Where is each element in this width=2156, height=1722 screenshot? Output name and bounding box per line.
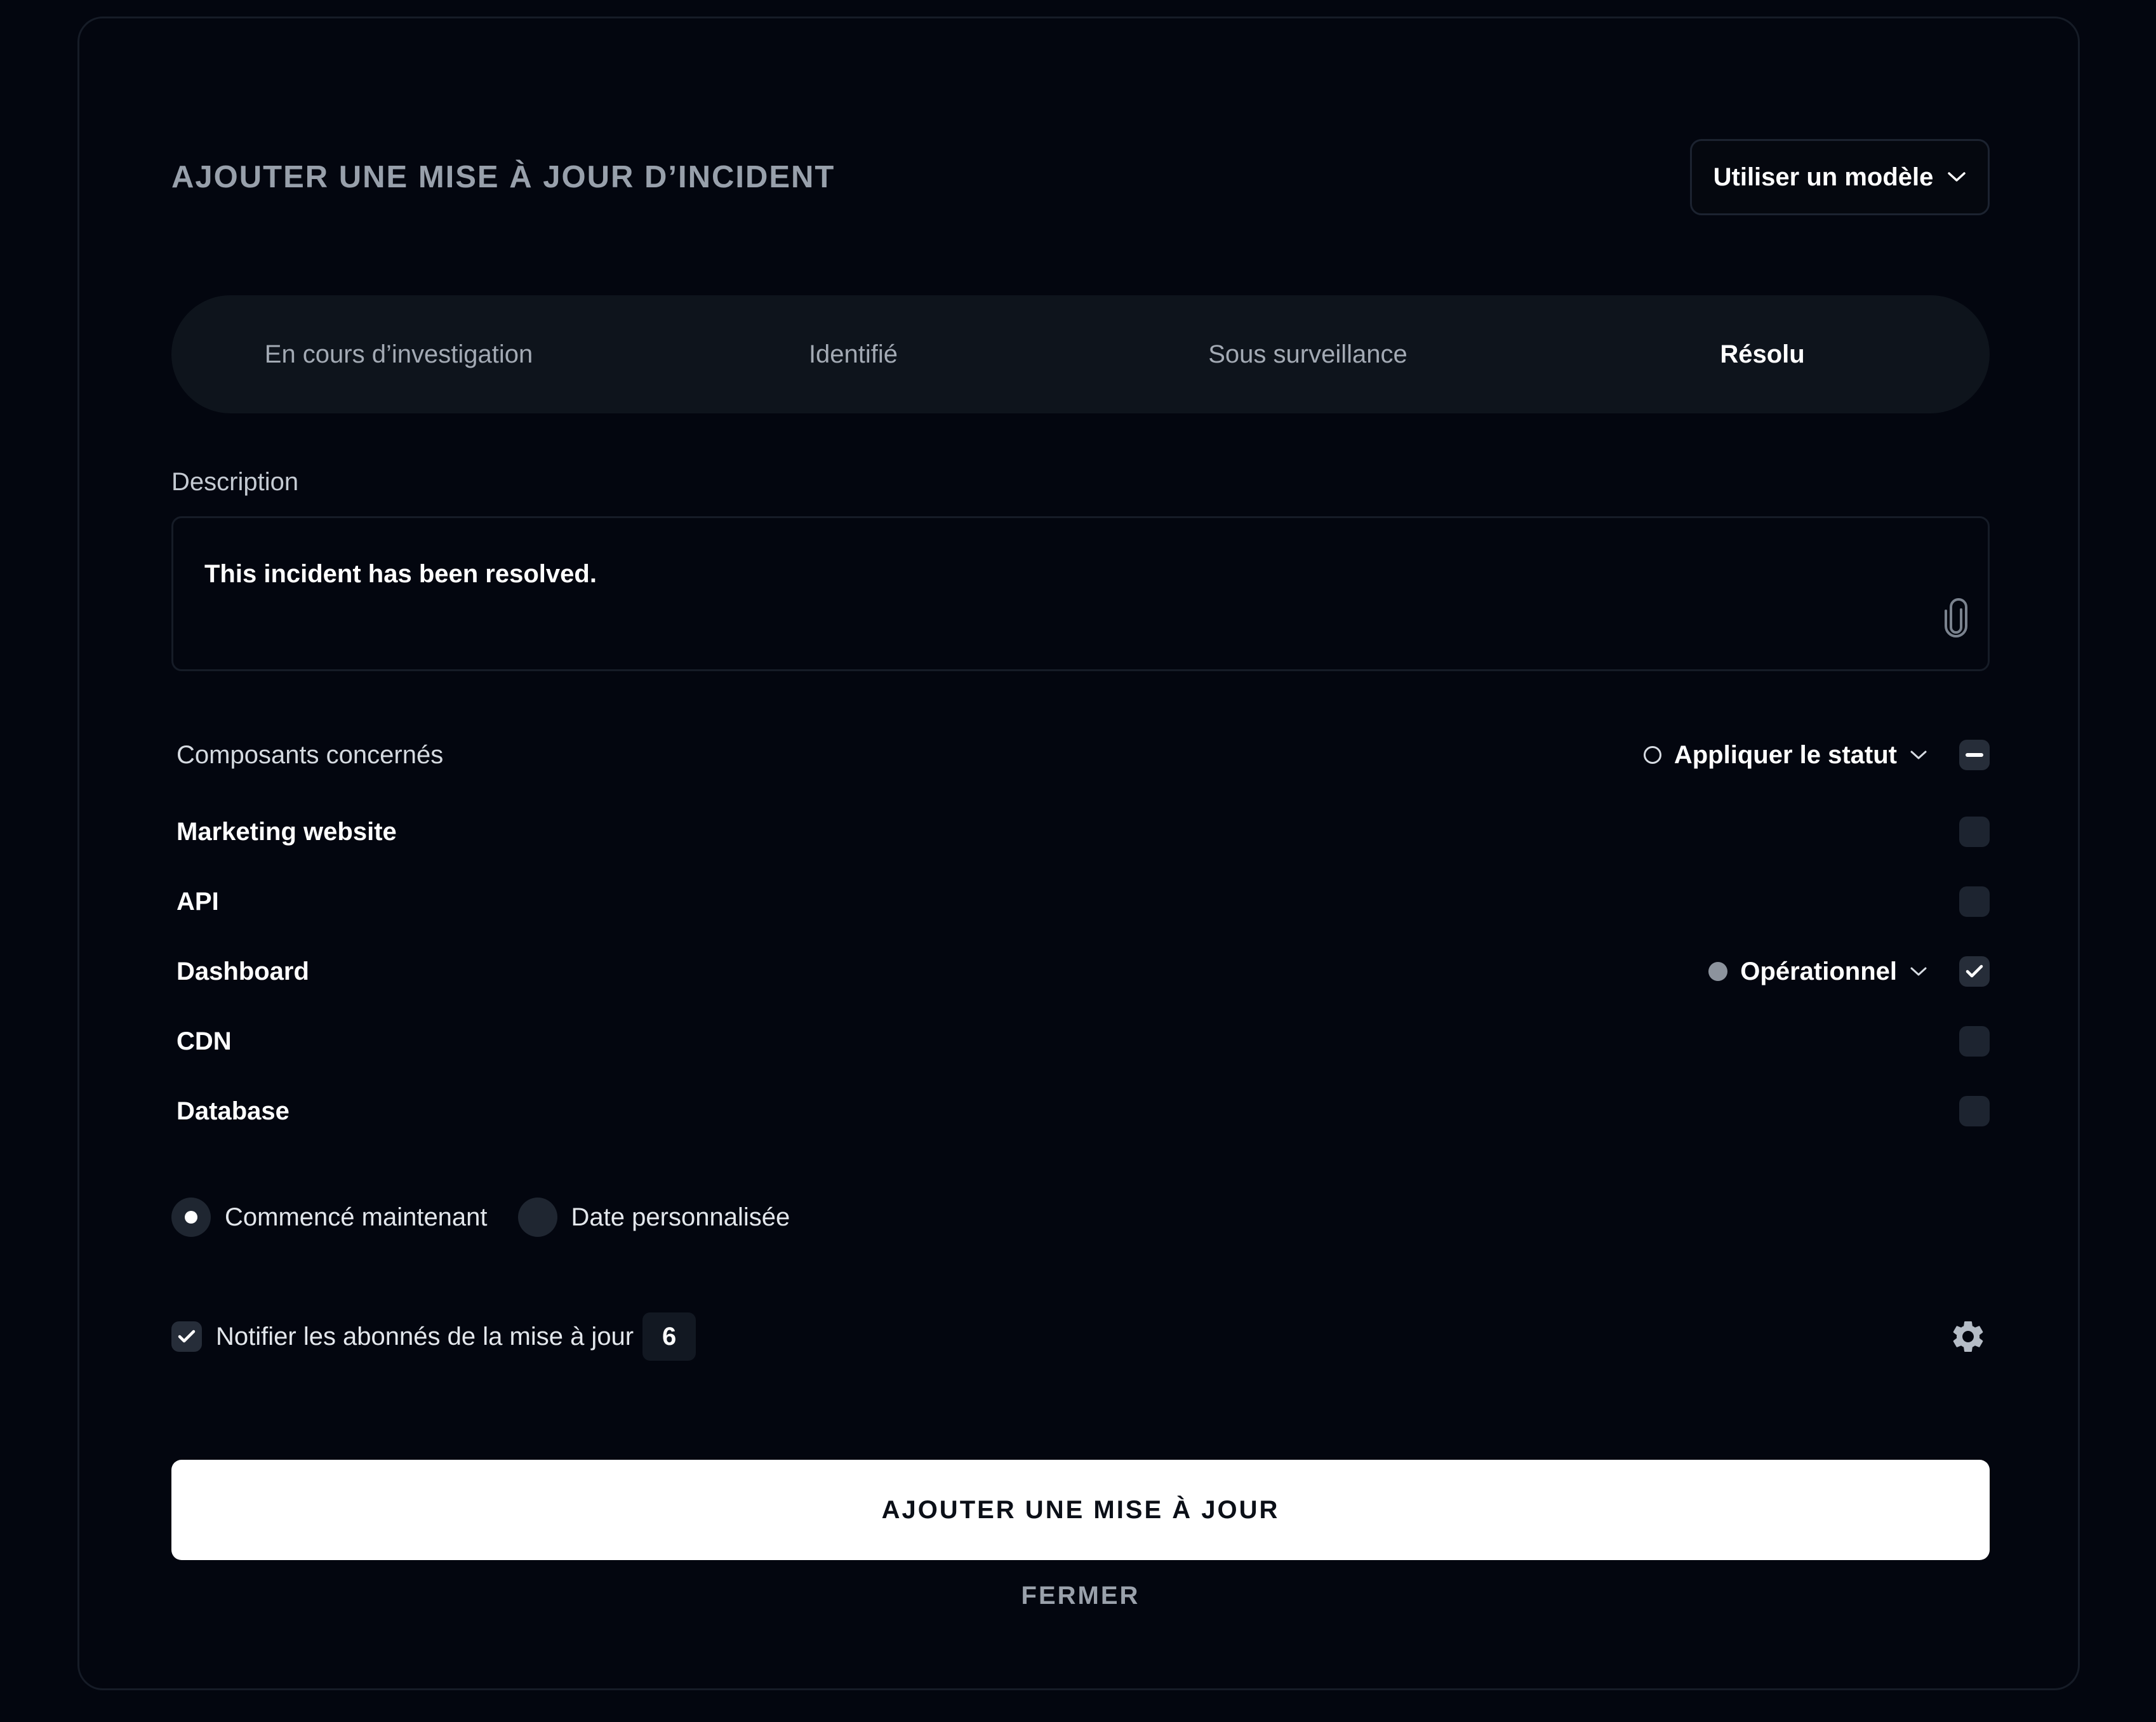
use-template-label: Utiliser un modèle: [1713, 163, 1934, 191]
subscriber-count-badge: 6: [642, 1312, 696, 1361]
paperclip-icon[interactable]: [1943, 598, 1969, 639]
component-checkbox[interactable]: [1959, 956, 1990, 987]
select-all-checkbox[interactable]: [1959, 740, 1990, 770]
components-header: Composants concernés Appliquer le statut: [171, 730, 1990, 780]
list-item: CDN: [171, 1006, 1990, 1076]
status-ring-icon: [1643, 746, 1661, 764]
notify-label: Notifier les abonnés de la mise à jour: [216, 1322, 634, 1351]
tab-identified[interactable]: Identifié: [626, 340, 1081, 369]
tab-resolved[interactable]: Résolu: [1535, 340, 1990, 369]
incident-update-card: AJOUTER UNE MISE À JOUR D’INCIDENT Utili…: [77, 17, 2080, 1690]
list-item: Dashboard Opérationnel: [171, 937, 1990, 1006]
card-header: AJOUTER UNE MISE À JOUR D’INCIDENT Utili…: [171, 139, 1990, 215]
chevron-down-icon: [1947, 171, 1966, 183]
components-title: Composants concernés: [176, 740, 444, 769]
notify-checkbox[interactable]: [171, 1321, 202, 1352]
description-value[interactable]: This incident has been resolved.: [204, 560, 597, 589]
radio-circle: [171, 1198, 211, 1237]
gear-icon[interactable]: [1949, 1318, 1987, 1356]
components-header-controls: Appliquer le statut: [1643, 740, 1990, 770]
description-label: Description: [171, 468, 299, 496]
tab-investigating[interactable]: En cours d’investigation: [171, 340, 626, 369]
radio-circle: [517, 1198, 557, 1237]
component-status-dropdown[interactable]: Opérationnel: [1708, 958, 1927, 986]
status-dot-icon: [1708, 962, 1728, 981]
apply-status-dropdown[interactable]: Appliquer le statut: [1643, 740, 1927, 770]
notify-row: Notifier les abonnés de la mise à jour 6: [171, 1311, 1990, 1362]
status-tabs: En cours d’investigation Identifié Sous …: [171, 295, 1990, 413]
component-checkbox[interactable]: [1959, 1096, 1990, 1126]
custom-date-radio[interactable]: Date personnalisée: [517, 1198, 790, 1237]
component-checkbox[interactable]: [1959, 1026, 1990, 1057]
component-controls: Opérationnel: [1708, 956, 1990, 987]
check-icon: [178, 1330, 196, 1343]
page-title: AJOUTER UNE MISE À JOUR D’INCIDENT: [171, 160, 835, 194]
component-name: Dashboard: [176, 957, 309, 985]
start-time-options: Commencé maintenant Date personnalisée: [171, 1194, 1990, 1240]
component-checkbox[interactable]: [1959, 886, 1990, 917]
start-now-radio[interactable]: Commencé maintenant: [171, 1198, 488, 1237]
chevron-down-icon: [1910, 966, 1927, 977]
component-name: CDN: [176, 1027, 232, 1055]
add-update-button[interactable]: AJOUTER UNE MISE À JOUR: [171, 1460, 1990, 1560]
use-template-button[interactable]: Utiliser un modèle: [1690, 139, 1990, 215]
tab-monitoring[interactable]: Sous surveillance: [1081, 340, 1535, 369]
minus-icon: [1966, 753, 1983, 757]
custom-date-label: Date personnalisée: [571, 1203, 790, 1231]
check-icon: [1966, 964, 1983, 978]
component-name: API: [176, 887, 219, 916]
list-item: API: [171, 867, 1990, 937]
list-item: Database: [171, 1076, 1990, 1146]
component-name: Marketing website: [176, 817, 397, 846]
description-textarea[interactable]: This incident has been resolved.: [171, 516, 1990, 671]
component-status-label: Opérationnel: [1740, 957, 1897, 985]
notify-subscribers: Notifier les abonnés de la mise à jour 6: [171, 1312, 696, 1361]
close-button[interactable]: FERMER: [171, 1582, 1990, 1610]
component-name: Database: [176, 1097, 289, 1125]
components-list: Marketing website API Dashboard Opératio…: [171, 797, 1990, 1146]
chevron-down-icon: [1910, 750, 1927, 760]
list-item: Marketing website: [171, 797, 1990, 867]
apply-status-label: Appliquer le statut: [1674, 740, 1897, 769]
start-now-label: Commencé maintenant: [225, 1203, 488, 1231]
component-checkbox[interactable]: [1959, 817, 1990, 847]
